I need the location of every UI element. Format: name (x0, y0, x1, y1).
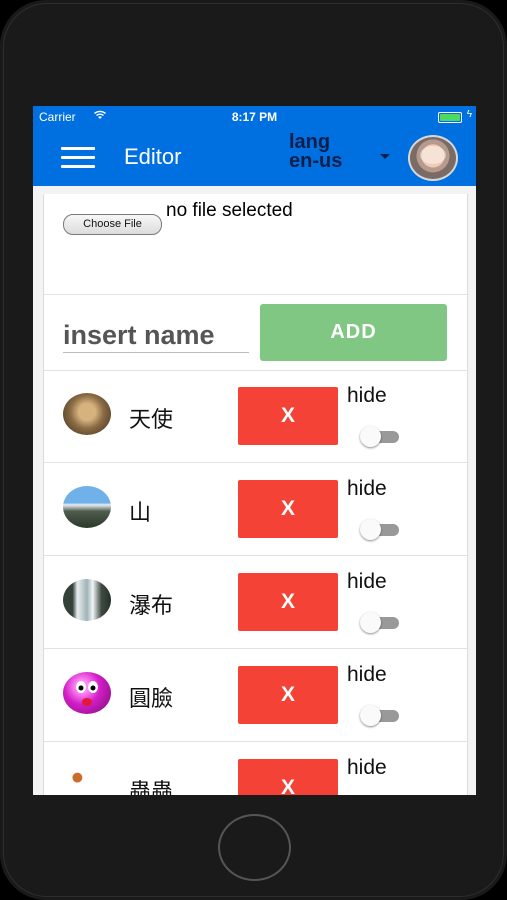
hide-toggle[interactable] (360, 612, 399, 633)
item-name: 天使 (129, 407, 174, 432)
waterfall-avatar (63, 579, 111, 621)
mountain-avatar (63, 486, 111, 528)
editor-content: Choose File no file selected ADD 天使 X hi… (43, 194, 468, 795)
phone-frame: Carrier 8:17 PM ϟ Editor lang en-us Choo… (0, 0, 507, 900)
list-item: 蟲蟲 X hide (44, 742, 467, 795)
hamburger-menu-icon[interactable] (61, 147, 95, 169)
home-button[interactable] (218, 814, 291, 881)
delete-button[interactable]: X (238, 573, 338, 631)
hide-label: hide (347, 570, 387, 593)
language-value: en-us (289, 150, 343, 172)
app-bar: Editor lang en-us (33, 128, 476, 186)
add-button[interactable]: ADD (260, 304, 447, 361)
battery-icon (438, 112, 462, 123)
hide-label: hide (347, 663, 387, 686)
angel-avatar (63, 393, 111, 435)
language-selector[interactable]: lang en-us (289, 132, 343, 172)
list-item: 天使 X hide (44, 370, 467, 463)
name-input[interactable] (63, 318, 249, 353)
hide-label: hide (347, 756, 387, 779)
hide-toggle[interactable] (360, 426, 399, 447)
delete-button[interactable]: X (238, 387, 338, 445)
app-screen: Carrier 8:17 PM ϟ Editor lang en-us Choo… (33, 106, 476, 795)
file-status-text: no file selected (166, 200, 293, 221)
status-bar: Carrier 8:17 PM ϟ (33, 106, 476, 128)
item-name: 蟲蟲 (129, 779, 174, 795)
dropdown-caret-icon[interactable] (380, 154, 390, 159)
delete-button[interactable]: X (238, 759, 338, 795)
item-name: 山 (129, 500, 152, 525)
charging-icon: ϟ (466, 109, 472, 120)
item-name: 圓臉 (129, 686, 174, 711)
list-item: 圓臉 X hide (44, 649, 467, 742)
delete-button[interactable]: X (238, 666, 338, 724)
hide-toggle[interactable] (360, 519, 399, 540)
item-name: 瀑布 (129, 593, 174, 618)
bug-avatar (63, 765, 111, 795)
item-list: 天使 X hide 山 X hide 瀑布 X hide 圓臉 X hide 蟲… (44, 370, 467, 795)
hide-label: hide (347, 384, 387, 407)
round-face-avatar (63, 672, 111, 714)
user-avatar[interactable] (408, 135, 458, 181)
app-title: Editor (124, 144, 182, 169)
delete-button[interactable]: X (238, 480, 338, 538)
list-item: 瀑布 X hide (44, 556, 467, 649)
hide-label: hide (347, 477, 387, 500)
choose-file-button[interactable]: Choose File (63, 214, 162, 235)
add-item-row: ADD (44, 294, 467, 371)
list-item: 山 X hide (44, 463, 467, 556)
hide-toggle[interactable] (360, 705, 399, 726)
file-upload-section: Choose File no file selected (44, 194, 467, 295)
status-time: 8:17 PM (231, 110, 278, 124)
